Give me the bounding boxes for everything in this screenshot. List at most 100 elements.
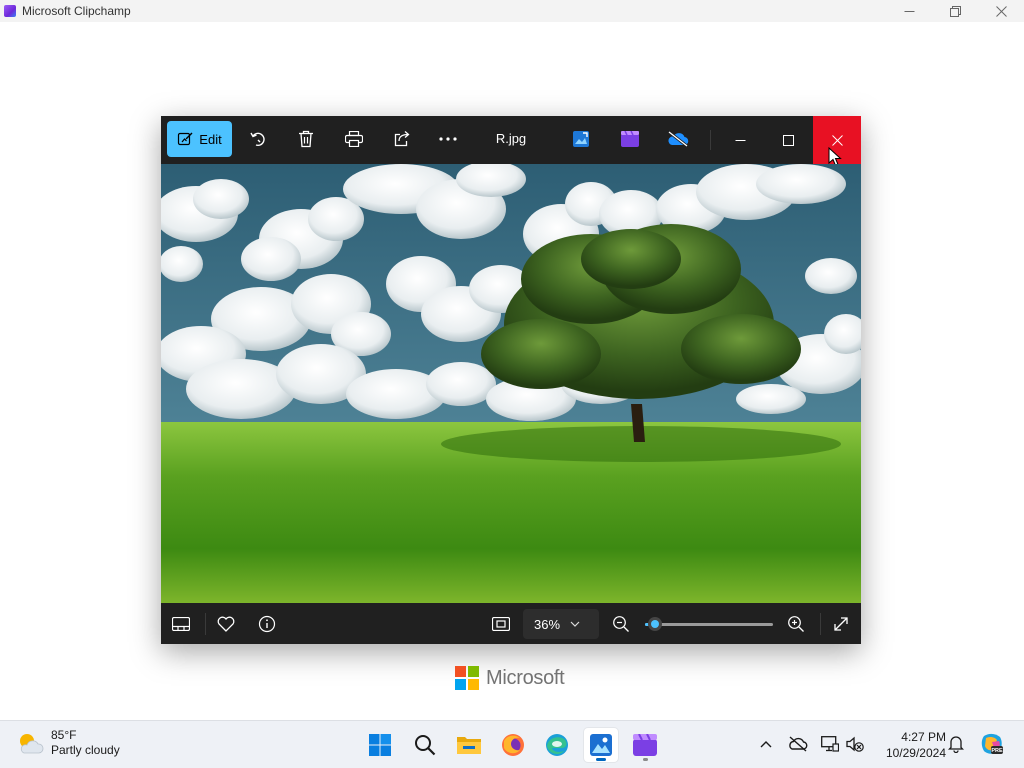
fit-to-window-button[interactable] [490,613,512,635]
favorite-button[interactable] [215,613,237,635]
app-close-button[interactable] [978,0,1024,22]
zoom-level-dropdown[interactable]: 36% [523,609,599,639]
zoom-slider-thumb[interactable] [648,617,663,631]
delete-icon [299,130,313,148]
close-icon [831,134,843,146]
app-minimize-button[interactable] [886,0,932,22]
chevron-down-icon [570,621,580,627]
search-button[interactable] [408,728,442,762]
close-icon [995,5,1007,17]
rotate-button[interactable] [247,128,269,150]
photos-taskbar-button[interactable] [584,728,618,762]
file-explorer-button[interactable] [452,728,486,762]
photos-bottom-bar: 36% [161,603,861,644]
photo-display[interactable] [161,164,861,603]
edit-label: Edit [199,131,222,147]
file-explorer-icon [457,737,481,754]
app-window-controls [886,0,1024,22]
file-info-button[interactable] [256,613,278,635]
weather-temperature: 85°F [51,728,77,742]
partly-cloudy-icon [20,734,44,754]
toolbar-separator [710,130,711,150]
delete-button[interactable] [295,128,317,150]
filmstrip-button[interactable] [170,613,192,635]
firefox-icon [502,734,524,756]
taskbar: 85°F Partly cloudy 4:27 PM 10/29/2024 PR… [0,720,1024,768]
info-icon [258,615,276,633]
app-restore-button[interactable] [932,0,978,22]
photos-edit-icon [573,131,589,147]
edge-icon [546,734,568,756]
app-titlebar: Microsoft Clipchamp [0,0,1024,22]
more-icon [439,137,457,141]
network-button[interactable] [820,734,840,754]
copilot-button[interactable]: PRE [980,732,1004,756]
file-name: R.jpg [495,131,527,146]
show-hidden-icons-button[interactable] [756,734,776,754]
clipchamp-icon [621,131,639,147]
bottom-separator [205,613,206,635]
volume-icon [846,736,864,752]
minimize-icon [904,10,914,12]
print-button[interactable] [343,128,365,150]
onedrive-icon [668,131,689,147]
edge-button[interactable] [540,728,574,762]
zoom-in-icon [788,616,804,632]
clock-date: 10/29/2024 [885,746,946,760]
microsoft-logo: Microsoft [455,666,565,690]
notifications-icon [948,736,964,753]
zoom-out-icon [613,616,629,632]
zoom-out-button[interactable] [610,613,632,635]
system-clock[interactable]: 4:27 PM 10/29/2024 [874,729,946,761]
photos-toolbar: Edit R.jpg [161,116,861,167]
clipchamp-icon [633,734,657,756]
app-title: Microsoft Clipchamp [22,4,131,18]
photos-viewer-window: Edit R.jpg 36% [161,116,861,644]
restore-icon [949,5,961,17]
zoom-slider[interactable] [645,617,773,631]
fullscreen-button[interactable] [830,613,852,635]
rotate-icon [250,132,265,147]
photos-icon [590,734,612,756]
zoom-value: 36% [534,616,561,632]
onedrive-tray-button[interactable] [788,734,808,754]
photos-edit-app-button[interactable] [570,128,592,150]
filmstrip-icon [172,617,190,631]
bottom-separator [820,613,821,635]
fit-to-window-icon [492,617,510,631]
photos-maximize-button[interactable] [764,116,812,164]
weather-widget[interactable]: 85°F Partly cloudy [16,728,120,758]
volume-button[interactable] [845,734,865,754]
clipchamp-app-icon [4,5,16,17]
clipchamp-button[interactable] [619,128,641,150]
network-icon [821,736,839,752]
notifications-button[interactable] [946,734,966,754]
edit-image-icon [178,132,193,146]
start-icon [369,734,391,756]
share-button[interactable] [391,128,413,150]
chevron-up-icon [760,741,772,748]
zoom-in-button[interactable] [785,613,807,635]
copilot-icon: PRE [981,733,1003,754]
maximize-icon [782,134,794,146]
favorite-icon [217,616,235,632]
share-icon [394,131,410,147]
photos-minimize-button[interactable] [716,116,764,164]
firefox-button[interactable] [496,728,530,762]
more-options-button[interactable] [437,128,459,150]
fullscreen-icon [834,617,848,631]
svg-text:PRE: PRE [991,748,1003,754]
print-icon [345,131,363,147]
edit-button[interactable]: Edit [167,121,232,157]
start-button[interactable] [363,728,397,762]
clipchamp-taskbar-button[interactable] [628,728,662,762]
onedrive-button[interactable] [667,128,689,150]
clock-time: 4:27 PM [901,730,946,744]
active-indicator [596,758,606,761]
minimize-icon [735,139,745,141]
onedrive-icon [789,736,808,752]
search-icon [415,735,436,756]
running-indicator [643,758,648,761]
microsoft-squares-icon [455,666,479,690]
weather-condition: Partly cloudy [51,743,120,757]
